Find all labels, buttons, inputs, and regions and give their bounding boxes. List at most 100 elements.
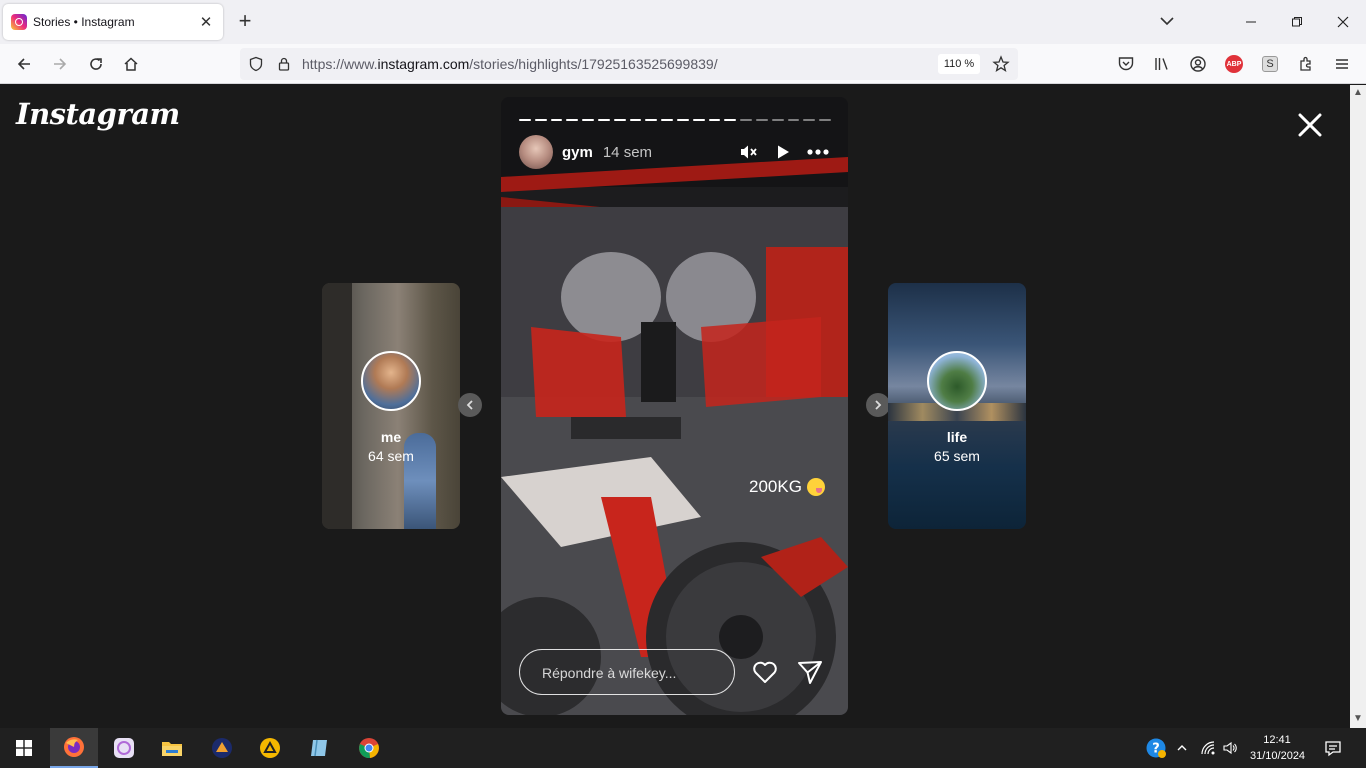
taskbar-app-1[interactable] <box>100 728 148 768</box>
instagram-logo[interactable]: Instagram <box>16 97 180 131</box>
adblock-icon: ABP <box>1225 55 1243 73</box>
gym-photo <box>501 97 848 715</box>
more-options-button[interactable] <box>805 139 831 165</box>
pocket-button[interactable] <box>1114 52 1138 76</box>
overlay-text: 200KG <box>749 477 802 496</box>
restore-icon <box>1292 17 1302 27</box>
story-avatar[interactable] <box>519 135 553 169</box>
url-path: /stories/highlights/17925163525699839/ <box>469 56 718 72</box>
clock-time: 12:41 <box>1263 734 1291 746</box>
progress-segment <box>708 119 721 121</box>
shield-icon[interactable] <box>248 56 264 72</box>
library-icon <box>1155 58 1168 70</box>
extensions-button[interactable] <box>1294 52 1318 76</box>
library-button[interactable] <box>1150 52 1174 76</box>
highlight-card-next[interactable]: life 65 sem <box>888 283 1026 529</box>
minimize-button[interactable] <box>1228 0 1274 44</box>
network-button[interactable] <box>1196 728 1220 768</box>
send-icon[interactable] <box>796 658 824 686</box>
notification-center-button[interactable] <box>1312 728 1354 768</box>
highlight-name: life <box>946 429 968 445</box>
adblock-button[interactable]: ABP <box>1222 52 1246 76</box>
heart-icon[interactable] <box>751 658 779 686</box>
pocket-icon <box>1118 57 1134 71</box>
tab-close-icon[interactable]: ✕ <box>197 13 215 31</box>
start-button[interactable] <box>0 728 48 768</box>
volume-icon <box>1223 741 1237 755</box>
reply-placeholder: Répondre à wifekey... <box>542 665 677 681</box>
zoom-level-button[interactable]: 110 % <box>938 54 980 74</box>
tab-instagram-stories[interactable]: Stories • Instagram ✕ <box>3 4 223 40</box>
story-username[interactable]: gym <box>562 144 593 161</box>
scroll-up-arrow-icon[interactable]: ▲ <box>1353 87 1363 98</box>
taskbar-app-2[interactable] <box>198 728 246 768</box>
taskbar-firefox[interactable] <box>50 728 98 768</box>
page-scrollbar[interactable]: ▲ ▼ <box>1350 85 1366 728</box>
card-background-shade <box>322 283 352 529</box>
forward-button[interactable] <box>48 52 72 76</box>
taskbar-chrome[interactable] <box>345 728 393 768</box>
highlight-time: 65 sem <box>934 448 980 464</box>
home-button[interactable] <box>119 52 143 76</box>
story-text-overlay: 200KG <box>749 477 825 497</box>
url-text[interactable]: https://www.instagram.com/stories/highli… <box>302 56 718 72</box>
taskbar-file-explorer[interactable] <box>148 728 196 768</box>
menu-icon <box>1336 59 1348 69</box>
play-button[interactable] <box>770 139 796 165</box>
highlight-card-previous[interactable]: me 64 sem <box>322 283 460 529</box>
taskbar-app-4[interactable] <box>296 728 344 768</box>
star-icon[interactable] <box>992 55 1010 73</box>
story-time: 14 sem <box>602 143 653 161</box>
progress-segment <box>819 119 831 121</box>
notification-icon <box>1325 741 1341 757</box>
app-icon <box>311 739 327 757</box>
new-tab-button[interactable]: + <box>234 10 256 34</box>
progress-segment <box>676 119 689 121</box>
progress-segment <box>803 119 816 121</box>
taskbar-clock[interactable]: 12:41 31/10/2024 <box>1250 732 1305 764</box>
app-icon <box>114 738 134 758</box>
progress-segment <box>692 119 705 121</box>
reload-button[interactable] <box>84 52 108 76</box>
story-header: gym 14 sem <box>519 135 831 169</box>
windows-start-icon <box>16 740 32 756</box>
url-bar[interactable]: https://www.instagram.com/stories/highli… <box>240 48 1018 80</box>
progress-segment <box>519 119 531 121</box>
next-story-button[interactable] <box>866 393 890 417</box>
progress-segment <box>597 119 610 121</box>
close-story-icon[interactable] <box>1296 111 1324 139</box>
previous-story-button[interactable] <box>458 393 482 417</box>
mute-button[interactable] <box>735 139 761 165</box>
reload-icon <box>90 58 102 70</box>
show-hidden-icons-button[interactable] <box>1170 728 1194 768</box>
scroll-down-arrow-icon[interactable]: ▼ <box>1353 713 1363 724</box>
restore-button[interactable] <box>1274 0 1320 44</box>
account-button[interactable] <box>1186 52 1210 76</box>
windows-taskbar: ? 12:41 31/10/2024 <box>0 728 1366 768</box>
story-progress-bar <box>519 119 831 121</box>
folder-icon <box>162 742 182 756</box>
story-viewer[interactable]: gym 14 sem 200KG Répondre à wifekey... <box>501 97 848 715</box>
firefox-icon <box>64 737 84 757</box>
back-icon <box>17 58 30 70</box>
taskbar-app-3[interactable] <box>246 728 294 768</box>
chrome-icon <box>359 738 379 759</box>
chevron-down-icon[interactable] <box>1158 12 1176 30</box>
highlight-name: me <box>380 429 402 445</box>
tab-title: Stories • Instagram <box>33 15 135 29</box>
reply-input[interactable]: Répondre à wifekey... <box>519 649 735 695</box>
close-window-button[interactable] <box>1320 0 1366 44</box>
back-button[interactable] <box>12 52 36 76</box>
forward-icon <box>54 58 67 70</box>
avatar <box>927 351 987 411</box>
wifi-icon <box>1201 741 1215 755</box>
lock-icon[interactable] <box>276 56 292 72</box>
volume-button[interactable] <box>1218 728 1242 768</box>
progress-segment <box>661 119 673 121</box>
extension-s-button[interactable]: S <box>1258 52 1282 76</box>
menu-button[interactable] <box>1330 52 1354 76</box>
app-icon <box>260 738 280 758</box>
avatar <box>361 351 421 411</box>
mute-icon <box>741 145 757 159</box>
tongue-face-emoji-icon <box>806 478 825 496</box>
